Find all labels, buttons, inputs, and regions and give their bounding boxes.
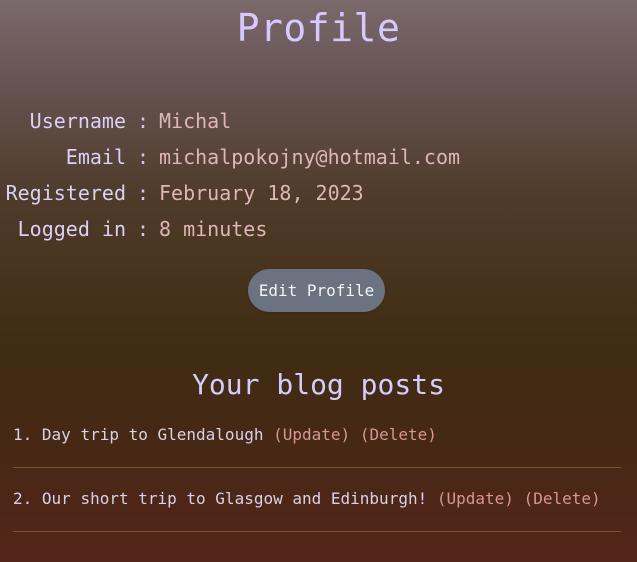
profile-row-logged-in: Logged in : 8 minutes (0, 211, 637, 247)
logged-in-label: Logged in (17, 217, 126, 241)
update-post-link[interactable]: (Update) (273, 425, 350, 444)
email-label: Email (65, 145, 126, 169)
registered-separator: : (137, 181, 150, 205)
post-divider (13, 531, 621, 532)
email-value: michalpokojny@hotmail.com (159, 145, 461, 169)
page-title: Profile (236, 6, 401, 50)
profile-row-registered: Registered : February 18, 2023 (0, 175, 637, 211)
blog-post-item: 2. Our short trip to Glasgow and Edinbur… (13, 481, 621, 517)
registered-value: February 18, 2023 (159, 181, 364, 205)
logged-in-value: 8 minutes (159, 217, 268, 241)
post-number: 1. (13, 425, 33, 444)
post-title[interactable]: Our short trip to Glasgow and Edinburgh! (42, 489, 427, 508)
profile-row-username: Username : Michal (0, 103, 637, 139)
blog-post-item: 1. Day trip to Glendalough (Update) (Del… (13, 417, 621, 453)
delete-post-link[interactable]: (Delete) (524, 489, 601, 508)
profile-page: Profile Username : Michal Email : michal… (0, 0, 637, 562)
blog-posts-heading: Your blog posts (192, 368, 445, 401)
username-value: Michal (159, 109, 232, 133)
profile-row-email: Email : michalpokojny@hotmail.com (0, 139, 637, 175)
delete-post-link[interactable]: (Delete) (360, 425, 437, 444)
update-post-link[interactable]: (Update) (437, 489, 514, 508)
post-title[interactable]: Day trip to Glendalough (42, 425, 264, 444)
username-separator: : (137, 109, 150, 133)
logged-in-separator: : (137, 217, 150, 241)
edit-profile-button[interactable]: Edit Profile (248, 269, 385, 312)
post-divider (13, 467, 621, 468)
post-number: 2. (13, 489, 33, 508)
email-separator: : (137, 145, 150, 169)
registered-label: Registered (5, 181, 126, 205)
username-label: Username (29, 109, 126, 133)
